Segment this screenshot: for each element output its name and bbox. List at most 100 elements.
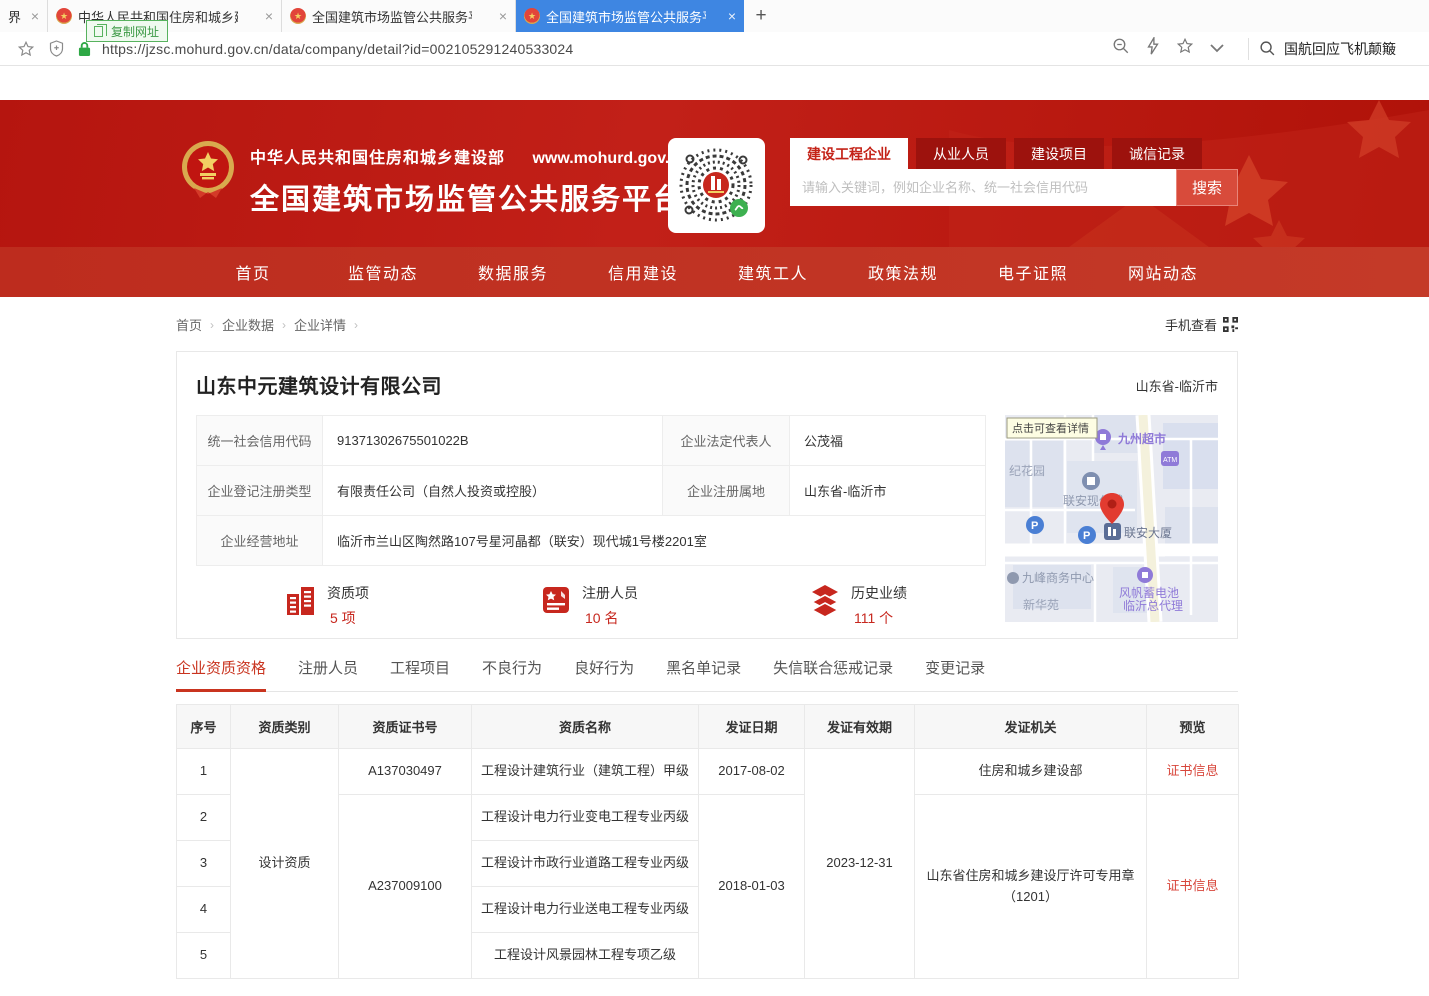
- cell-preview: 证书信息: [1147, 795, 1239, 979]
- tab-projects[interactable]: 工程项目: [390, 657, 450, 691]
- location-map[interactable]: 九州超市 ATM 纪花园 联安现代城 P P 联安大厦: [1005, 415, 1218, 622]
- nav-item-supervision[interactable]: 监管动态: [318, 247, 448, 297]
- nav-item-licenses[interactable]: 电子证照: [968, 247, 1098, 297]
- field-label: 企业法定代表人: [663, 416, 790, 466]
- field-label: 企业经营地址: [197, 516, 323, 566]
- tab-title: 全国建筑市场监管公共服务平台: [546, 7, 706, 26]
- stat-registered-personnel[interactable]: 注册人员 10 名: [539, 583, 638, 628]
- search-tab-project[interactable]: 建设项目: [1014, 138, 1104, 169]
- tab-title: 界: [8, 7, 21, 26]
- search-tab-personnel[interactable]: 从业人员: [916, 138, 1006, 169]
- tab-change-records[interactable]: 变更记录: [925, 657, 985, 691]
- browser-tab-bar: 界 × ★ 中华人民共和国住房和城乡建设 × ★ 全国建筑市场监管公共服务平台 …: [0, 0, 1429, 32]
- tab-close-icon[interactable]: ×: [265, 8, 273, 24]
- ministry-url: www.mohurd.gov.cn: [532, 150, 688, 167]
- svg-text:风帆蓄电池: 风帆蓄电池: [1119, 585, 1179, 600]
- field-value-legal-rep: 公茂福: [790, 416, 986, 466]
- copy-icon: [94, 26, 103, 37]
- lightning-icon[interactable]: [1146, 37, 1160, 60]
- site-brand: 中华人民共和国住房和城乡建设部 www.mohurd.gov.cn 全国建筑市场…: [180, 140, 688, 218]
- cell-category: 设计资质: [231, 749, 339, 979]
- stat-qualifications[interactable]: 资质项 5 项: [284, 583, 369, 628]
- table-header-row: 序号 资质类别 资质证书号 资质名称 发证日期 发证有效期 发证机关 预览: [177, 705, 1239, 749]
- tab-close-icon[interactable]: ×: [499, 8, 507, 24]
- svg-text:纪花园: 纪花园: [1009, 463, 1045, 478]
- svg-text:临沂总代理: 临沂总代理: [1123, 599, 1183, 613]
- field-value-address: 临沂市兰山区陶然路107号星河晶都（联安）现代城1号楼2201室: [323, 516, 986, 566]
- field-label: 企业注册属地: [663, 466, 790, 516]
- cell-issue-date: 2017-08-02: [699, 749, 805, 795]
- svg-text:P: P: [1083, 530, 1090, 542]
- primary-nav: 首页 监管动态 数据服务 信用建设 建筑工人 政策法规 电子证照 网站动态: [0, 247, 1429, 297]
- tab-blacklist[interactable]: 黑名单记录: [666, 657, 741, 691]
- nav-item-workers[interactable]: 建筑工人: [708, 247, 838, 297]
- nav-item-data-service[interactable]: 数据服务: [448, 247, 578, 297]
- browser-search-box[interactable]: 国航回应飞机颠簸: [1259, 39, 1419, 59]
- https-lock-icon[interactable]: [78, 41, 91, 57]
- nav-item-policy[interactable]: 政策法规: [838, 247, 968, 297]
- tab-qualifications[interactable]: 企业资质资格: [176, 657, 266, 691]
- emblem-favicon-icon: ★: [290, 8, 306, 24]
- map-tooltip: 点击可查看详情: [1012, 421, 1089, 435]
- breadcrumb-company-detail[interactable]: 企业详情: [294, 315, 346, 334]
- tab-close-icon[interactable]: ×: [728, 8, 736, 24]
- chevron-right-icon: ›: [210, 318, 214, 332]
- cell-no: 3: [177, 841, 231, 887]
- search-icon: [1259, 40, 1276, 57]
- svg-text:新华苑: 新华苑: [1023, 597, 1059, 612]
- cell-valid-until: 2023-12-31: [805, 749, 915, 979]
- url-text[interactable]: https://jzsc.mohurd.gov.cn/data/company/…: [102, 41, 573, 57]
- bookmark-star-icon[interactable]: [17, 40, 35, 58]
- company-info-table: 统一社会信用代码 91371302675501022B 企业法定代表人 公茂福 …: [196, 415, 986, 566]
- shield-permission-icon[interactable]: [49, 40, 64, 57]
- chevron-down-icon[interactable]: [1210, 40, 1224, 58]
- search-tab-enterprise[interactable]: 建设工程企业: [790, 138, 908, 169]
- cell-authority: 山东省住房和城乡建设厅许可专用章 （1201）: [915, 795, 1147, 979]
- national-emblem-icon: [180, 140, 236, 202]
- cell-no: 2: [177, 795, 231, 841]
- qr-code-icon: [1223, 317, 1238, 332]
- nav-item-home[interactable]: 首页: [188, 247, 318, 297]
- cell-qual-name: 工程设计电力行业送电工程专业丙级: [472, 887, 699, 933]
- tab-dishonesty-records[interactable]: 失信联合惩戒记录: [773, 657, 893, 691]
- svg-text:P: P: [1031, 520, 1038, 532]
- tab-registered-personnel[interactable]: 注册人员: [298, 657, 358, 691]
- nav-item-credit[interactable]: 信用建设: [578, 247, 708, 297]
- search-button[interactable]: 搜索: [1176, 169, 1238, 206]
- browser-tab-active[interactable]: ★ 全国建筑市场监管公共服务平台 ×: [516, 0, 744, 32]
- new-tab-button[interactable]: +: [744, 0, 778, 32]
- chevron-right-icon: ›: [282, 318, 286, 332]
- browser-address-bar: https://jzsc.mohurd.gov.cn/data/company/…: [0, 32, 1429, 66]
- copy-url-tooltip: 复制网址: [86, 20, 168, 42]
- cell-cert-no: A237009100: [339, 795, 472, 979]
- cell-qual-name: 工程设计风景园林工程专项乙级: [472, 933, 699, 979]
- field-value-company-type: 有限责任公司（自然人投资或控股）: [323, 466, 663, 516]
- keyword-search-input[interactable]: [790, 169, 1176, 206]
- zoom-out-icon[interactable]: [1112, 37, 1130, 60]
- field-label: 企业登记注册类型: [197, 466, 323, 516]
- company-card: 山东中元建筑设计有限公司 山东省-临沂市 统一社会信用代码 9137130267…: [176, 351, 1238, 639]
- favorite-star-icon[interactable]: [1176, 37, 1194, 60]
- hot-search-text: 国航回应飞机颠簸: [1284, 39, 1396, 59]
- stat-history-performance[interactable]: 历史业绩 111 个: [808, 583, 907, 628]
- tab-bad-behavior[interactable]: 不良行为: [482, 657, 542, 691]
- certificate-info-link[interactable]: 证书信息: [1166, 763, 1218, 778]
- breadcrumb-home[interactable]: 首页: [176, 315, 202, 334]
- search-tab-credit[interactable]: 诚信记录: [1112, 138, 1202, 169]
- svg-text:ATM: ATM: [1163, 457, 1177, 464]
- cell-no: 5: [177, 933, 231, 979]
- company-stats: 资质项 5 项 注册人员: [196, 583, 985, 628]
- browser-tab-2[interactable]: ★ 全国建筑市场监管公共服务平台 ×: [282, 0, 516, 32]
- tab-good-behavior[interactable]: 良好行为: [574, 657, 634, 691]
- nav-item-site-news[interactable]: 网站动态: [1098, 247, 1228, 297]
- breadcrumb-company-data[interactable]: 企业数据: [222, 315, 274, 334]
- qualification-table: 序号 资质类别 资质证书号 资质名称 发证日期 发证有效期 发证机关 预览 1 …: [176, 704, 1239, 979]
- cell-qual-name: 工程设计建筑行业（建筑工程）甲级: [472, 749, 699, 795]
- cell-no: 1: [177, 749, 231, 795]
- ministry-name: 中华人民共和国住房和城乡建设部: [250, 150, 505, 167]
- mobile-view-link[interactable]: 手机查看: [1165, 315, 1238, 334]
- certificate-info-link[interactable]: 证书信息: [1166, 878, 1218, 893]
- emblem-favicon-icon: ★: [524, 8, 540, 24]
- browser-tab-0[interactable]: 界 ×: [0, 0, 48, 32]
- tab-close-icon[interactable]: ×: [31, 8, 39, 24]
